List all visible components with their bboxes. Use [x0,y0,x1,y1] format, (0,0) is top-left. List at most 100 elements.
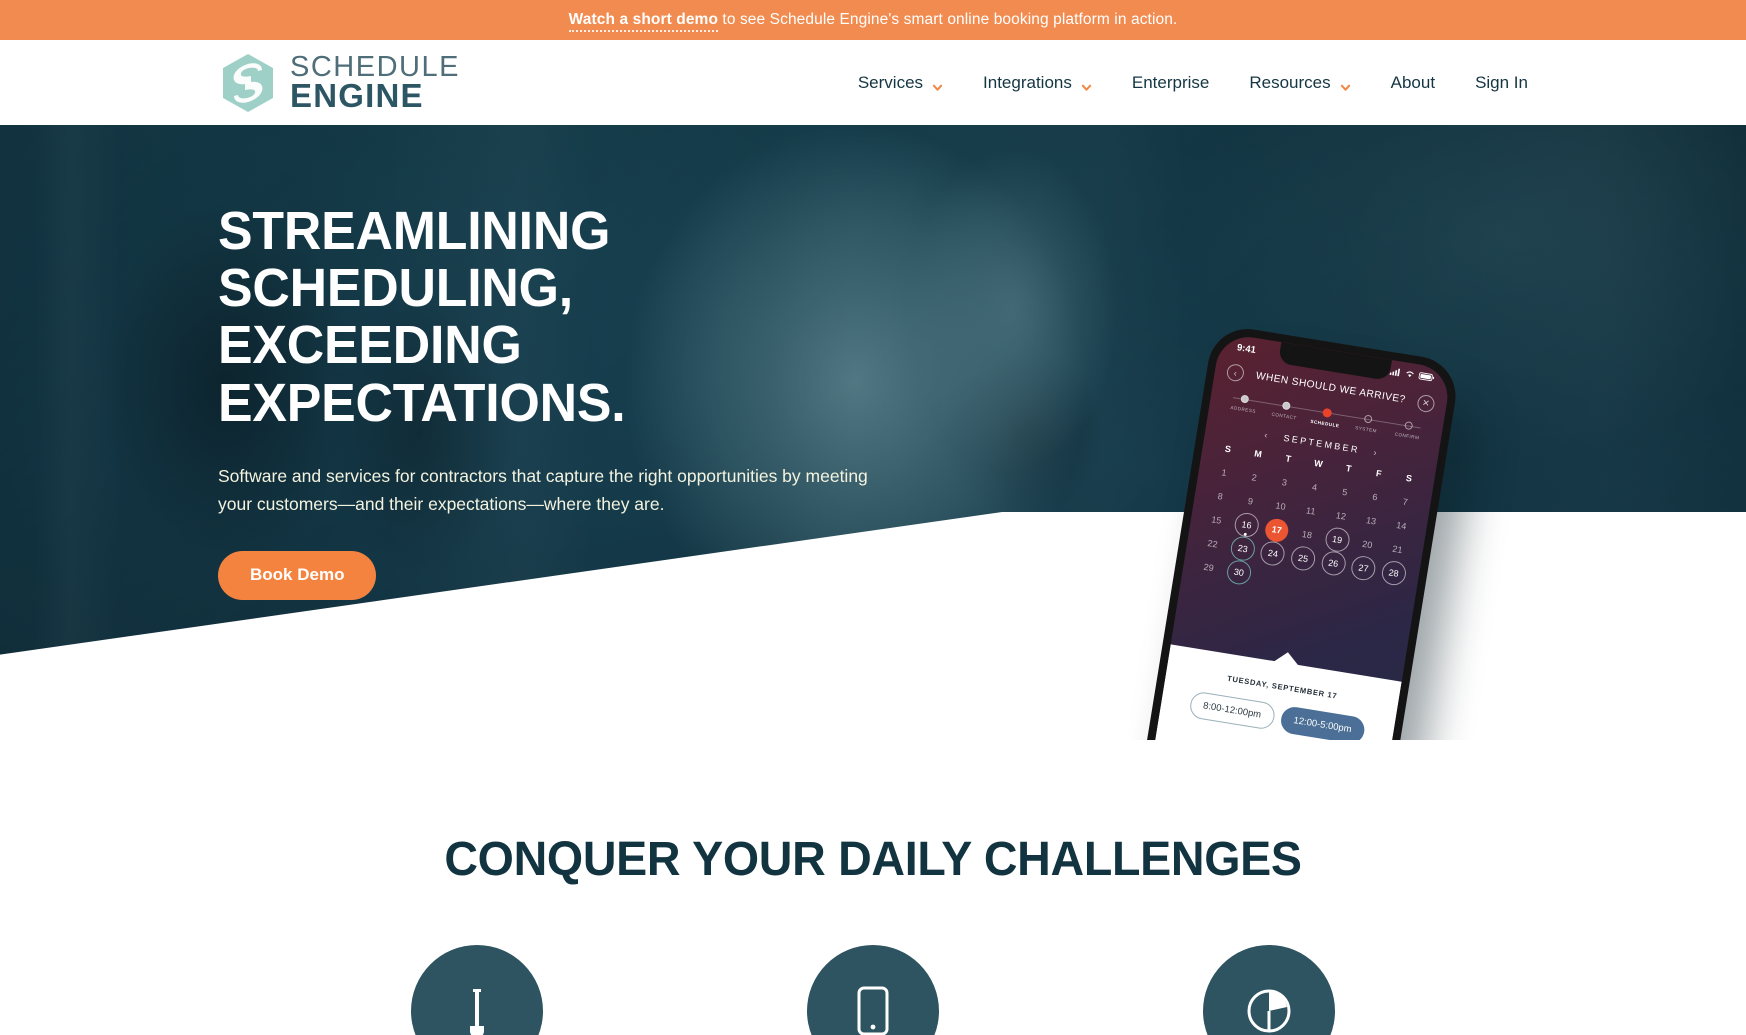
nav-item-resources[interactable]: Resources [1229,73,1370,93]
dow-label: T [1284,453,1292,465]
calendar-day[interactable]: 29 [1192,553,1226,582]
pie-chart-icon [1203,945,1335,1035]
dow-label: S [1405,472,1413,484]
calendar-day-number: 19 [1331,533,1343,546]
dow-label: F [1375,468,1383,479]
battery-icon [1418,372,1436,385]
calendar-day-number: 13 [1365,515,1377,527]
calendar-day-number: 6 [1371,491,1379,503]
calendar-day-number: 21 [1391,543,1404,556]
nav-item-about[interactable]: About [1371,73,1455,93]
close-x-icon[interactable]: ✕ [1416,393,1436,414]
phone-mockup: 9:41 ‹ WHEN SHOULD WE ARRIVE? ✕ ADDRESS … [1134,323,1493,740]
nav-label-services: Services [857,72,924,92]
logo-link[interactable]: SCHEDULE ENGINE [218,52,460,114]
nav-item-sign-in[interactable]: Sign In [1455,73,1528,93]
step-dot-icon [1363,414,1373,424]
step-system[interactable]: SYSTEM [1346,412,1388,435]
step-confirm[interactable]: CONFIRM [1387,418,1429,441]
nav-label-about: About [1390,72,1436,92]
mobile-device-icon [807,945,939,1035]
calendar-day-number: 14 [1395,519,1408,532]
nav-label-integrations: Integrations [983,72,1072,92]
time-slot-afternoon[interactable]: 12:00-5:00pm [1278,705,1367,740]
book-demo-button[interactable]: Book Demo [218,550,377,600]
wrench-icon [411,945,543,1035]
time-slot-card: TUESDAY, SEPTEMBER 17 8:00-12:00pm 12:00… [1143,644,1402,740]
calendar-day-number: 27 [1357,562,1370,574]
time-slot-morning[interactable]: 8:00-12:00pm [1188,690,1276,731]
hero-copy: STREAMLINING SCHEDULING, EXCEEDING EXPEC… [218,201,918,600]
promo-banner: Watch a short demo to see Schedule Engin… [0,0,1746,40]
calendar-day-number: 11 [1305,505,1317,517]
calendar-day-number: 20 [1361,538,1374,551]
calendar-day [1373,582,1407,611]
chevron-down-icon [932,78,943,91]
step-label-address: ADDRESS [1230,404,1257,414]
hero-title-line-4: EXPECTATIONS. [218,372,626,433]
nav-item-services[interactable]: Services [838,73,963,93]
hero-subtitle: Software and services for contractors th… [218,465,868,515]
logo-line-engine: ENGINE [290,76,424,114]
nav-item-enterprise[interactable]: Enterprise [1112,73,1229,93]
prev-month-icon[interactable]: ‹ [1264,430,1271,441]
calendar-day-number: 18 [1301,528,1313,541]
main-navigation: Services Integrations Enterprise Resourc… [838,73,1528,93]
nav-label-enterprise: Enterprise [1131,72,1210,92]
hexagon-s-logo-icon [218,52,278,114]
step-label-contact: CONTACT [1271,411,1298,421]
calendar-day-number: 24 [1267,547,1279,560]
watch-demo-link[interactable]: Watch a short demo [568,11,719,32]
nav-label-sign-in: Sign In [1475,72,1528,92]
calendar-day-number: 22 [1206,538,1219,550]
calendar-day-number: 29 [1202,561,1215,574]
calendar-day-number: 17 [1271,524,1283,536]
nav-label-resources: Resources [1249,72,1331,92]
calendar-day [1252,563,1286,592]
chevron-down-icon [1081,78,1092,91]
hero-title-line-1: STREAMLINING [218,201,611,261]
calendar-day [1343,578,1377,607]
hero-content-wrap: STREAMLINING SCHEDULING, EXCEEDING EXPEC… [218,125,1528,740]
calendar-day-number: 15 [1210,514,1223,526]
calendar-day-number: 4 [1311,481,1318,493]
step-contact[interactable]: CONTACT [1264,399,1306,422]
step-label-system: SYSTEM [1354,425,1378,434]
logo-wordmark: SCHEDULE ENGINE [290,53,460,114]
calendar-day-number: 23 [1237,542,1249,555]
dow-label: T [1345,463,1353,474]
challenge-cards-row [0,945,1746,1035]
calendar-day [1312,573,1346,602]
site-header: SCHEDULE ENGINE Services Integrations En… [0,40,1746,125]
next-month-icon[interactable]: › [1373,447,1380,458]
chevron-left-icon[interactable]: ‹ [1225,362,1246,383]
step-address[interactable]: ADDRESS [1223,392,1265,415]
cellular-signal-icon [1389,367,1402,380]
challenges-section: CONQUER YOUR DAILY CHALLENGES [0,740,1746,1035]
calendar-day-number: 1 [1220,467,1228,479]
phone-screen: 9:41 ‹ WHEN SHOULD WE ARRIVE? ✕ ADDRESS … [1143,332,1453,740]
promo-text: Watch a short demo to see Schedule Engin… [568,11,1178,32]
calendar-day-number: 28 [1387,567,1400,579]
calendar-day-number: 9 [1247,495,1254,507]
step-dot-icon [1281,401,1291,411]
step-schedule[interactable]: SCHEDULE [1305,405,1347,429]
hero-section: STREAMLINING SCHEDULING, EXCEEDING EXPEC… [0,125,1746,740]
wifi-icon [1404,369,1416,381]
dow-label: S [1224,443,1232,455]
nav-item-integrations[interactable]: Integrations [963,73,1112,93]
calendar-day-number: 30 [1233,566,1245,579]
step-dot-icon [1404,420,1414,431]
calendar-day-number: 26 [1327,557,1340,570]
calendar-day[interactable]: 30 [1222,558,1256,587]
calendar-day-number: 7 [1401,496,1409,508]
hero-title-line-2: SCHEDULING, [218,258,574,319]
calendar-day-number: 25 [1297,552,1309,565]
phone-device: 9:41 ‹ WHEN SHOULD WE ARRIVE? ✕ ADDRESS … [1134,323,1462,740]
step-label-schedule: SCHEDULE [1310,418,1340,429]
step-dot-icon [1321,407,1332,418]
hero-title-line-3: EXCEEDING [218,315,522,376]
dow-label: W [1313,458,1324,470]
step-dot-icon [1240,394,1250,404]
calendar-day-number: 3 [1281,477,1288,488]
